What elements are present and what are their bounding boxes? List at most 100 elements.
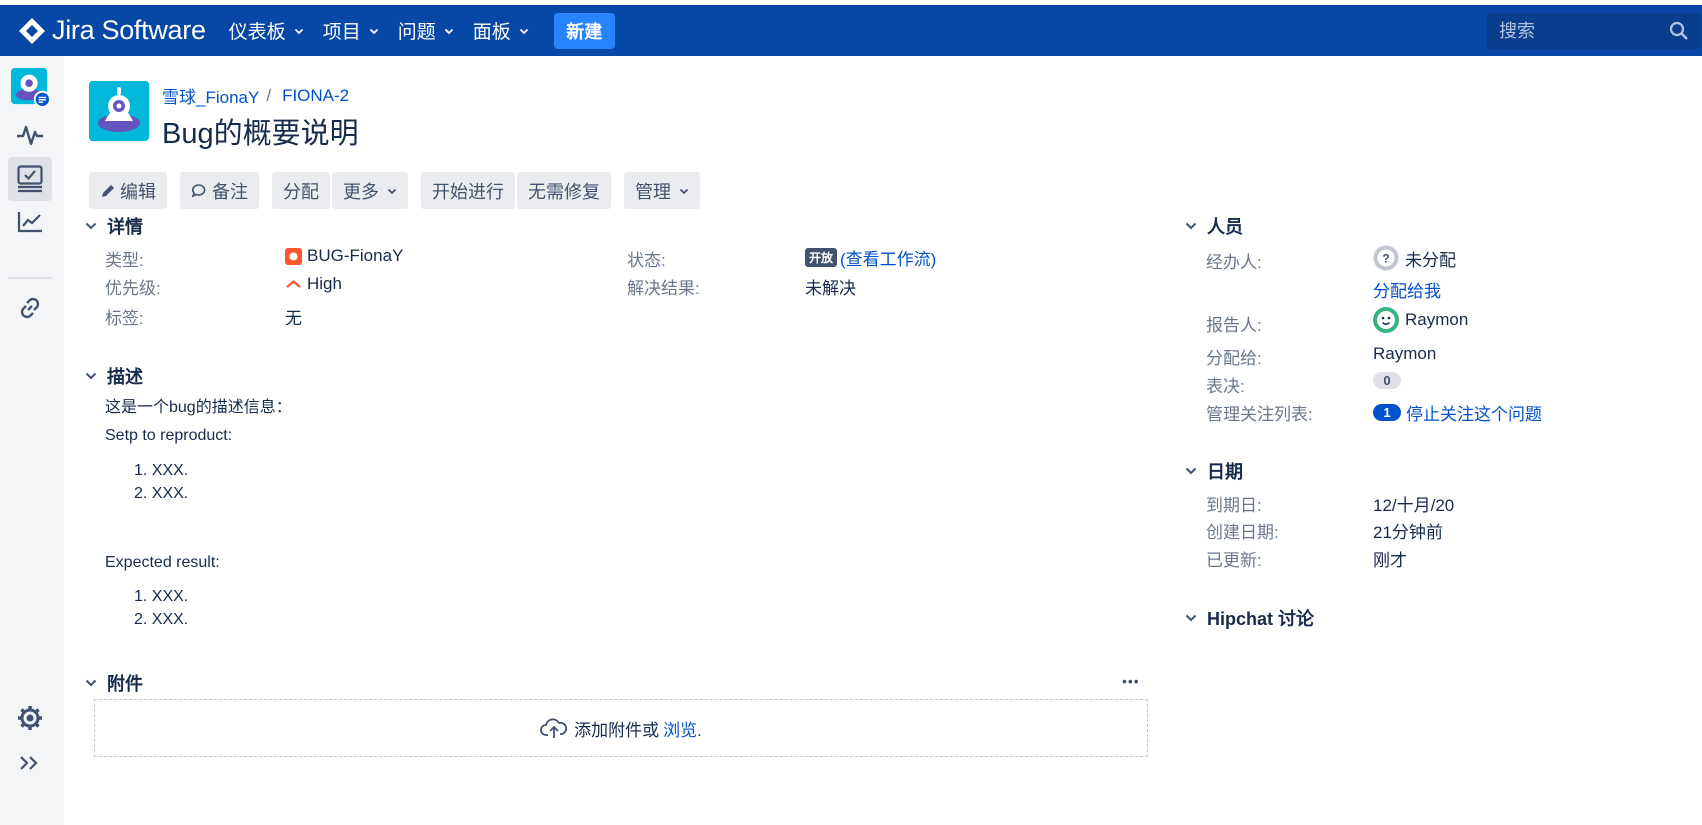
status-label: 状态: [627,251,666,270]
link-icon[interactable] [11,289,49,327]
expected-list[interactable]: 1. XXX. 2. XXX. [134,585,188,631]
admin-button[interactable]: 管理 [624,172,700,209]
steps-list[interactable]: 1. XXX. 2. XXX. [134,459,188,505]
type-value: BUG-FionaY [285,246,403,266]
edit-label: 编辑 [120,181,156,202]
list-item: 2. XXX. [134,485,189,502]
labels-value: 无 [285,309,302,328]
search-icon[interactable] [1669,21,1689,41]
attachments-toggle[interactable]: 附件 [83,670,143,696]
chevron-down-icon [294,28,303,34]
activity-icon[interactable] [11,116,49,154]
sidebar-divider [8,277,52,279]
priority-high-icon [286,279,301,288]
nav-dashboards[interactable]: 仪表板 [229,5,304,56]
description-heading: 描述 [107,367,143,387]
chevron-down-icon [369,28,378,34]
assign-button[interactable]: 分配 [272,172,330,209]
type-text: BUG-FionaY [307,246,404,265]
upload-cloud-icon [540,718,568,738]
nav-projects[interactable]: 项目 [323,5,379,56]
people-toggle[interactable]: 人员 [1183,213,1243,239]
hipchat-heading: Hipchat 讨论 [1207,609,1315,629]
more-label: 更多 [343,181,379,202]
created-value: 21分钟前 [1373,523,1443,542]
chevron-down-icon [85,679,97,687]
app-title: Jira Software [52,15,206,45]
chevron-down-icon [1185,614,1197,622]
expected-title[interactable]: Expected result: [105,554,220,572]
attachment-dropzone[interactable]: 添加附件或 浏览. [94,699,1148,757]
chevron-down-icon [387,188,397,194]
due-date-value: 12/十月/20 [1373,496,1455,515]
attachments-more-button[interactable]: ••• [1122,673,1140,689]
search-box [1487,13,1701,49]
project-avatar-icon[interactable] [11,68,49,107]
reporter-text: Raymon [1405,310,1469,329]
dropzone-text: 添加附件或 [574,720,660,740]
watchers-label: 管理关注列表: [1206,405,1313,424]
labels-label: 标签: [105,309,144,328]
comment-button[interactable]: 备注 [180,172,259,209]
description-toggle[interactable]: 描述 [83,363,143,389]
chevron-down-icon [85,372,97,380]
hipchat-toggle[interactable]: Hipchat 讨论 [1183,605,1314,631]
chevron-down-icon [1185,222,1197,230]
pencil-icon [102,184,114,197]
priority-label: 优先级: [105,279,161,298]
assignee-value: ? 未分配 [1373,245,1456,271]
project-avatar[interactable] [89,81,149,141]
details-heading: 详情 [107,217,143,237]
updated-label: 已更新: [1206,551,1262,570]
assigned-to-value: Raymon [1373,344,1437,363]
dates-toggle[interactable]: 日期 [1183,458,1243,484]
nav-issues[interactable]: 问题 [398,5,454,56]
view-workflow-link[interactable]: (查看工作流) [840,245,936,270]
wont-fix-button[interactable]: 无需修复 [517,172,611,209]
gear-icon[interactable] [11,699,49,737]
details-toggle[interactable]: 详情 [83,213,143,239]
create-button[interactable]: 新建 [553,12,615,49]
expand-icon[interactable] [11,746,49,776]
resolution-label: 解决结果: [627,279,700,298]
attachments-heading: 附件 [107,674,143,694]
assigned-to-label: 分配给: [1206,349,1262,368]
type-label: 类型: [105,251,144,270]
nav-boards[interactable]: 面板 [473,5,529,56]
chevron-down-icon [679,188,689,194]
breadcrumb: 雪球_FionaY / FIONA-2 [162,83,349,108]
reports-icon[interactable] [11,203,49,241]
list-item: 2. XXX. [134,611,189,628]
chevron-down-icon [1185,467,1197,475]
list-item: 1. XXX. [134,588,189,605]
more-button[interactable]: 更多 [332,172,408,209]
votes-value[interactable]: 0 [1373,372,1401,389]
description-intro[interactable]: 这是一个bug的描述信息： [105,393,292,417]
jira-logo[interactable]: Jira Software [18,5,206,56]
issue-title[interactable]: Bug的概要说明 [162,110,359,152]
top-navigation: Jira Software 仪表板 项目 问题 面板 新建 [0,5,1702,56]
list-item: 1. XXX. [134,462,189,479]
edit-button[interactable]: 编辑 [89,172,167,209]
votes-label: 表决: [1206,377,1245,396]
stop-watching-link[interactable]: 停止关注这个问题 [1406,400,1542,425]
start-progress-button[interactable]: 开始进行 [421,172,515,209]
sidebar [0,56,64,825]
search-input[interactable] [1499,20,1659,42]
chevron-down-icon [444,28,453,34]
assign-to-me-link[interactable]: 分配给我 [1373,277,1441,302]
priority-text: High [307,274,342,293]
steps-title[interactable]: Setp to reproduct: [105,427,232,445]
assignee-label: 经办人: [1206,253,1262,272]
nav-label: 仪表板 [228,22,286,43]
breadcrumb-issue-link[interactable]: FIONA-2 [282,86,349,106]
chevron-down-icon [85,222,97,230]
browse-link[interactable]: 浏览. [663,716,702,741]
resolution-value: 未解决 [805,279,856,298]
unassigned-avatar-icon: ? [1373,245,1399,271]
reporter-value: Raymon [1373,307,1468,333]
avatar [1373,307,1399,333]
board-icon[interactable] [8,157,52,201]
watchers-count-badge[interactable]: 1 [1373,404,1401,421]
breadcrumb-project-link[interactable]: 雪球_FionaY [162,83,259,108]
